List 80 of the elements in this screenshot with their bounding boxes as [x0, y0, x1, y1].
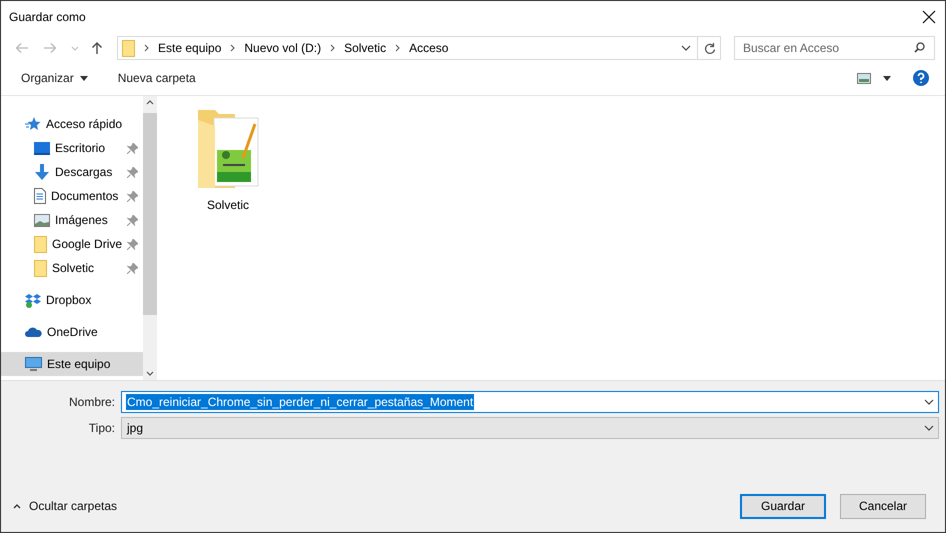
cancel-button[interactable]: Cancelar — [840, 494, 926, 518]
sidebar-item[interactable]: Dropbox — [1, 288, 143, 312]
address-bar[interactable]: Este equipo Nuevo vol (D:) Solvetic Acceso — [117, 36, 721, 60]
pin-icon[interactable] — [127, 214, 138, 226]
pin-icon[interactable] — [127, 238, 138, 250]
search-field[interactable]: Buscar en Acceso — [734, 36, 935, 60]
sidebar-label: Documentos — [51, 189, 118, 203]
sidebar-label: Acceso rápido — [46, 117, 122, 131]
dropdown-caret-icon — [924, 425, 934, 431]
sidebar-label: Dropbox — [46, 293, 92, 307]
folder-name: Solvetic — [206, 198, 250, 212]
sidebar-item[interactable]: Google Drive — [1, 232, 143, 256]
caret-icon — [80, 76, 88, 80]
dropbox-icon — [25, 292, 41, 308]
search-icon — [914, 42, 925, 53]
scroll-down-icon[interactable] — [146, 371, 154, 376]
star-icon — [25, 117, 41, 131]
download-arrow-icon — [34, 164, 50, 180]
sidebar-label: Descargas — [55, 165, 112, 179]
scrollbar-thumb[interactable] — [143, 113, 157, 315]
new-folder-button[interactable]: Nueva carpeta — [116, 67, 198, 89]
pin-icon[interactable] — [127, 190, 138, 202]
computer-icon — [25, 357, 42, 371]
sidebar-item[interactable]: Solvetic — [1, 256, 143, 280]
view-icon[interactable] — [857, 72, 871, 84]
cloud-icon — [25, 327, 42, 337]
scroll-up-icon[interactable] — [146, 100, 154, 105]
sidebar-item[interactable]: Documentos — [1, 184, 143, 208]
save-button[interactable]: Guardar — [740, 494, 826, 518]
chevron-icon — [230, 44, 236, 52]
folder-item[interactable]: Solvetic — [195, 110, 261, 212]
image-icon — [34, 214, 50, 226]
forward-arrow-icon[interactable] — [43, 42, 57, 54]
breadcrumb[interactable]: Solvetic — [344, 41, 386, 55]
pin-icon[interactable] — [127, 262, 138, 274]
field-label: Tipo: — [88, 421, 116, 435]
scrollbar[interactable] — [143, 96, 157, 380]
sidebar-label: OneDrive — [47, 325, 98, 339]
back-arrow-icon[interactable] — [15, 42, 29, 54]
sidebar-item[interactable]: Escritorio — [1, 136, 143, 160]
hide-folders-toggle[interactable]: Ocultar carpetas — [11, 497, 120, 515]
chevron-icon — [395, 44, 400, 52]
folder-icon — [34, 236, 47, 252]
up-arrow-icon[interactable] — [91, 41, 103, 55]
desktop-icon — [34, 142, 50, 154]
sidebar-item[interactable]: Acceso rápido — [1, 112, 143, 136]
file-name-text: Cmo_reiniciar_Chrome_sin_perder_ni_cerrar_pestañas_Moment — [126, 394, 474, 410]
breadcrumb[interactable]: Nuevo vol (D:) — [244, 41, 322, 55]
document-icon — [34, 188, 46, 204]
recent-caret-icon[interactable] — [71, 46, 79, 50]
folder-icon — [122, 40, 135, 56]
pin-icon[interactable] — [127, 166, 138, 178]
sidebar-item[interactable]: Este equipo — [1, 352, 143, 376]
dropdown-caret-icon[interactable] — [924, 399, 934, 405]
close-icon[interactable] — [922, 10, 936, 24]
organize-menu-button[interactable]: Organizar — [19, 67, 90, 89]
caret-icon[interactable] — [883, 76, 891, 80]
folder-icon — [34, 260, 47, 276]
sidebar-label: Este equipo — [47, 357, 110, 371]
sidebar-item[interactable]: Imágenes — [1, 208, 143, 232]
window-title: Guardar como — [9, 10, 86, 24]
file-name-field[interactable]: Cmo_reiniciar_Chrome_sin_perder_ni_cerrar_pestañas_Moment — [121, 391, 939, 413]
sidebar-label: Imágenes — [55, 213, 108, 227]
refresh-icon[interactable] — [704, 42, 716, 54]
file-type-text: jpg — [126, 420, 144, 436]
pin-icon[interactable] — [127, 142, 138, 154]
sidebar-item[interactable]: Descargas — [1, 160, 143, 184]
chevron-icon — [330, 44, 336, 52]
file-type-dropdown[interactable]: jpg — [121, 417, 939, 439]
sidebar-label: Solvetic — [52, 261, 94, 275]
sidebar-item[interactable]: OneDrive — [1, 320, 143, 344]
sidebar-label: Escritorio — [55, 141, 106, 155]
sidebar-label: Google Drive — [52, 237, 122, 251]
breadcrumb[interactable]: Acceso — [409, 41, 448, 55]
breadcrumb[interactable]: Este equipo — [158, 41, 222, 55]
field-label: Nombre: — [68, 395, 116, 409]
dropdown-caret-icon[interactable] — [681, 45, 691, 51]
chevron-icon — [144, 44, 149, 52]
caret-up-icon — [13, 504, 21, 508]
help-icon[interactable] — [913, 70, 929, 86]
